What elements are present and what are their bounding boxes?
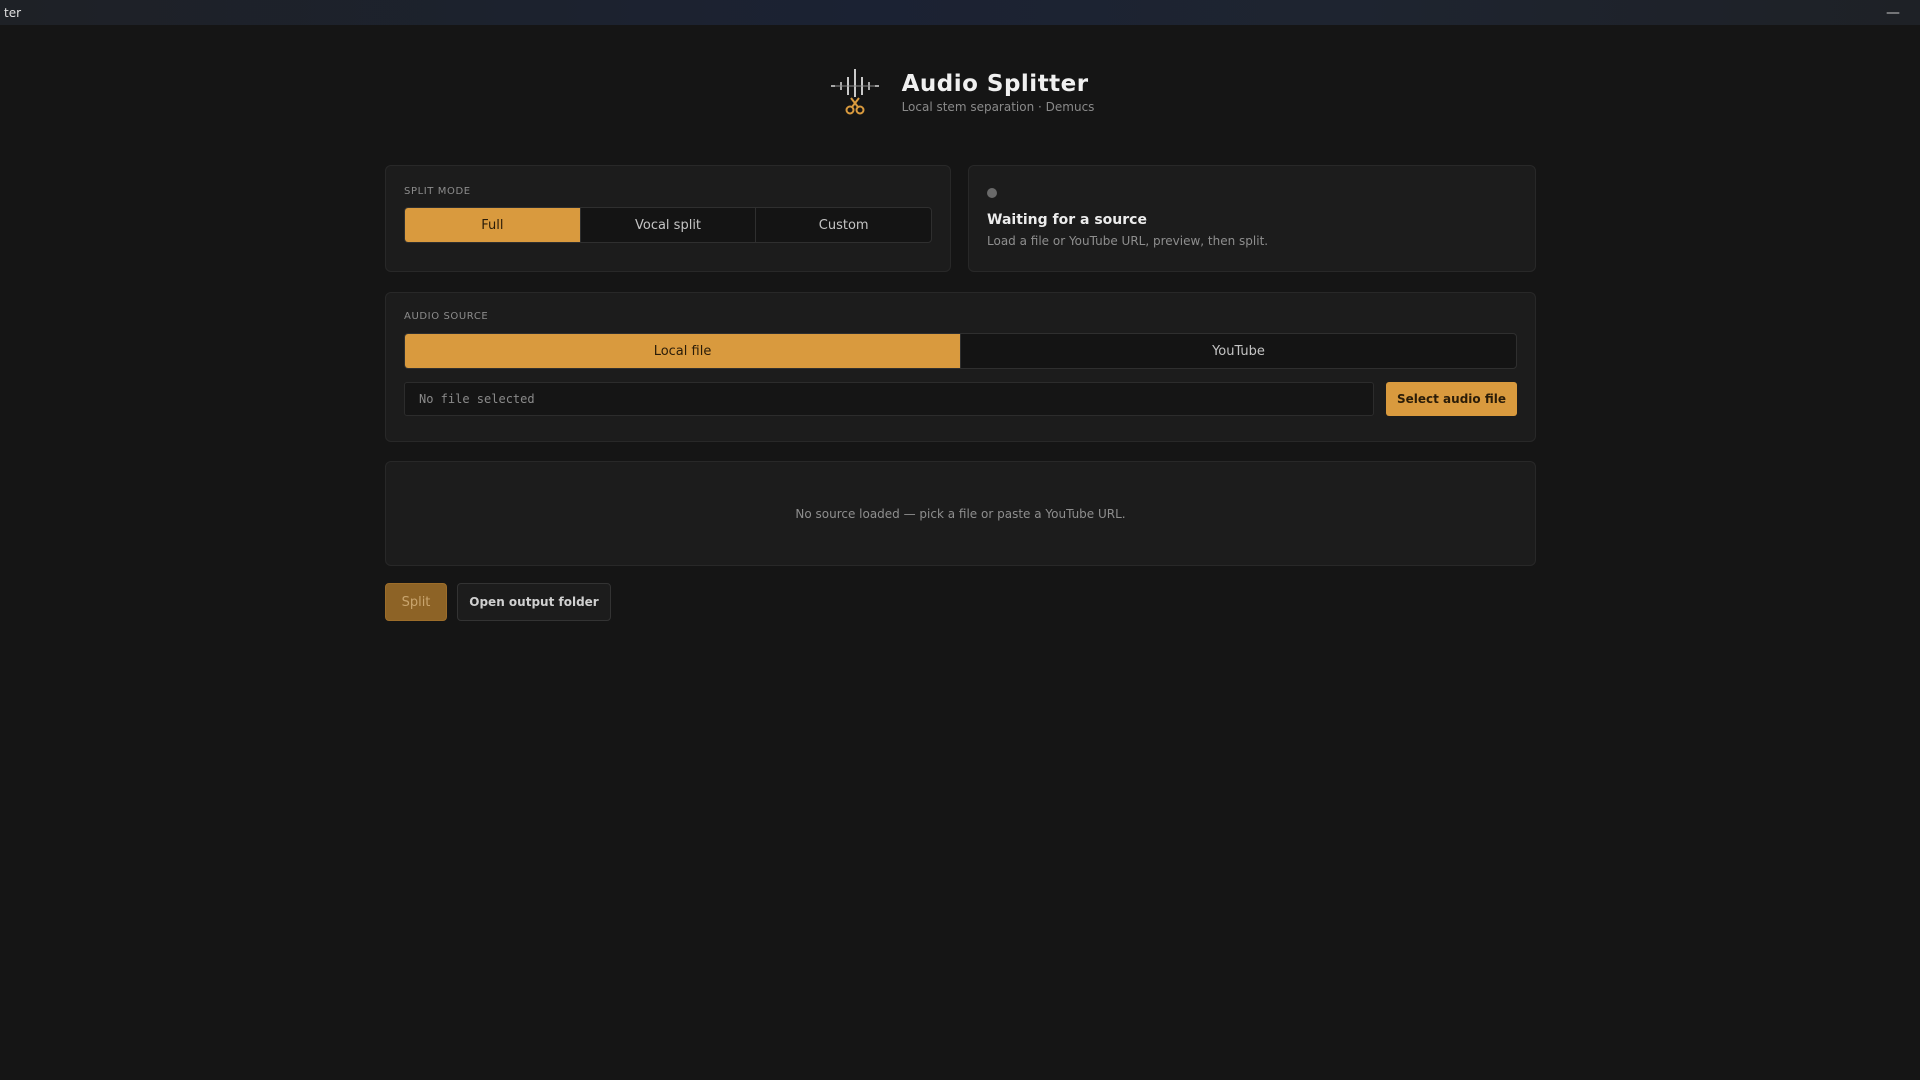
split-mode-label: SPLIT MODE	[404, 186, 471, 197]
waveform-scissors-icon	[830, 69, 879, 115]
window-titlebar: ter —	[0, 0, 1920, 25]
status-indicator	[987, 188, 997, 198]
open-output-folder-button[interactable]: Open output folder	[457, 583, 611, 621]
split-mode-custom[interactable]: Custom	[756, 208, 931, 242]
preview-empty-message: No source loaded — pick a file or paste …	[795, 506, 1126, 521]
file-row: No file selected Select audio file	[404, 382, 1517, 416]
minimize-button[interactable]: —	[1870, 0, 1916, 25]
status-title: Waiting for a source	[987, 212, 1147, 228]
tab-local-file[interactable]: Local file	[405, 334, 961, 368]
status-card: Waiting for a source Load a file or YouT…	[968, 165, 1536, 272]
split-mode-vocal[interactable]: Vocal split	[581, 208, 757, 242]
status-description: Load a file or YouTube URL, preview, the…	[987, 234, 1269, 248]
app-subtitle: Local stem separation · Demucs	[901, 99, 1095, 114]
tab-youtube[interactable]: YouTube	[961, 334, 1516, 368]
audio-source-card: AUDIO SOURCE Local file YouTube No file …	[385, 292, 1536, 442]
select-audio-file-button[interactable]: Select audio file	[1386, 382, 1517, 416]
audio-source-label: AUDIO SOURCE	[404, 311, 489, 322]
split-button[interactable]: Split	[385, 583, 447, 621]
file-path-field[interactable]: No file selected	[404, 382, 1374, 416]
split-mode-full[interactable]: Full	[405, 208, 581, 242]
split-mode-card: SPLIT MODE Full Vocal split Custom	[385, 165, 951, 272]
app-title: Audio Splitter	[901, 70, 1089, 97]
header-text: Audio Splitter Local stem separation · D…	[902, 71, 1095, 114]
window-title: ter	[4, 5, 22, 20]
audio-source-tabs: Local file YouTube	[404, 333, 1517, 369]
action-bar: Split Open output folder	[385, 583, 611, 621]
app-header: Audio Splitter Local stem separation · D…	[0, 62, 1920, 122]
preview-panel: No source loaded — pick a file or paste …	[385, 461, 1536, 566]
split-mode-selector: Full Vocal split Custom	[404, 207, 932, 243]
